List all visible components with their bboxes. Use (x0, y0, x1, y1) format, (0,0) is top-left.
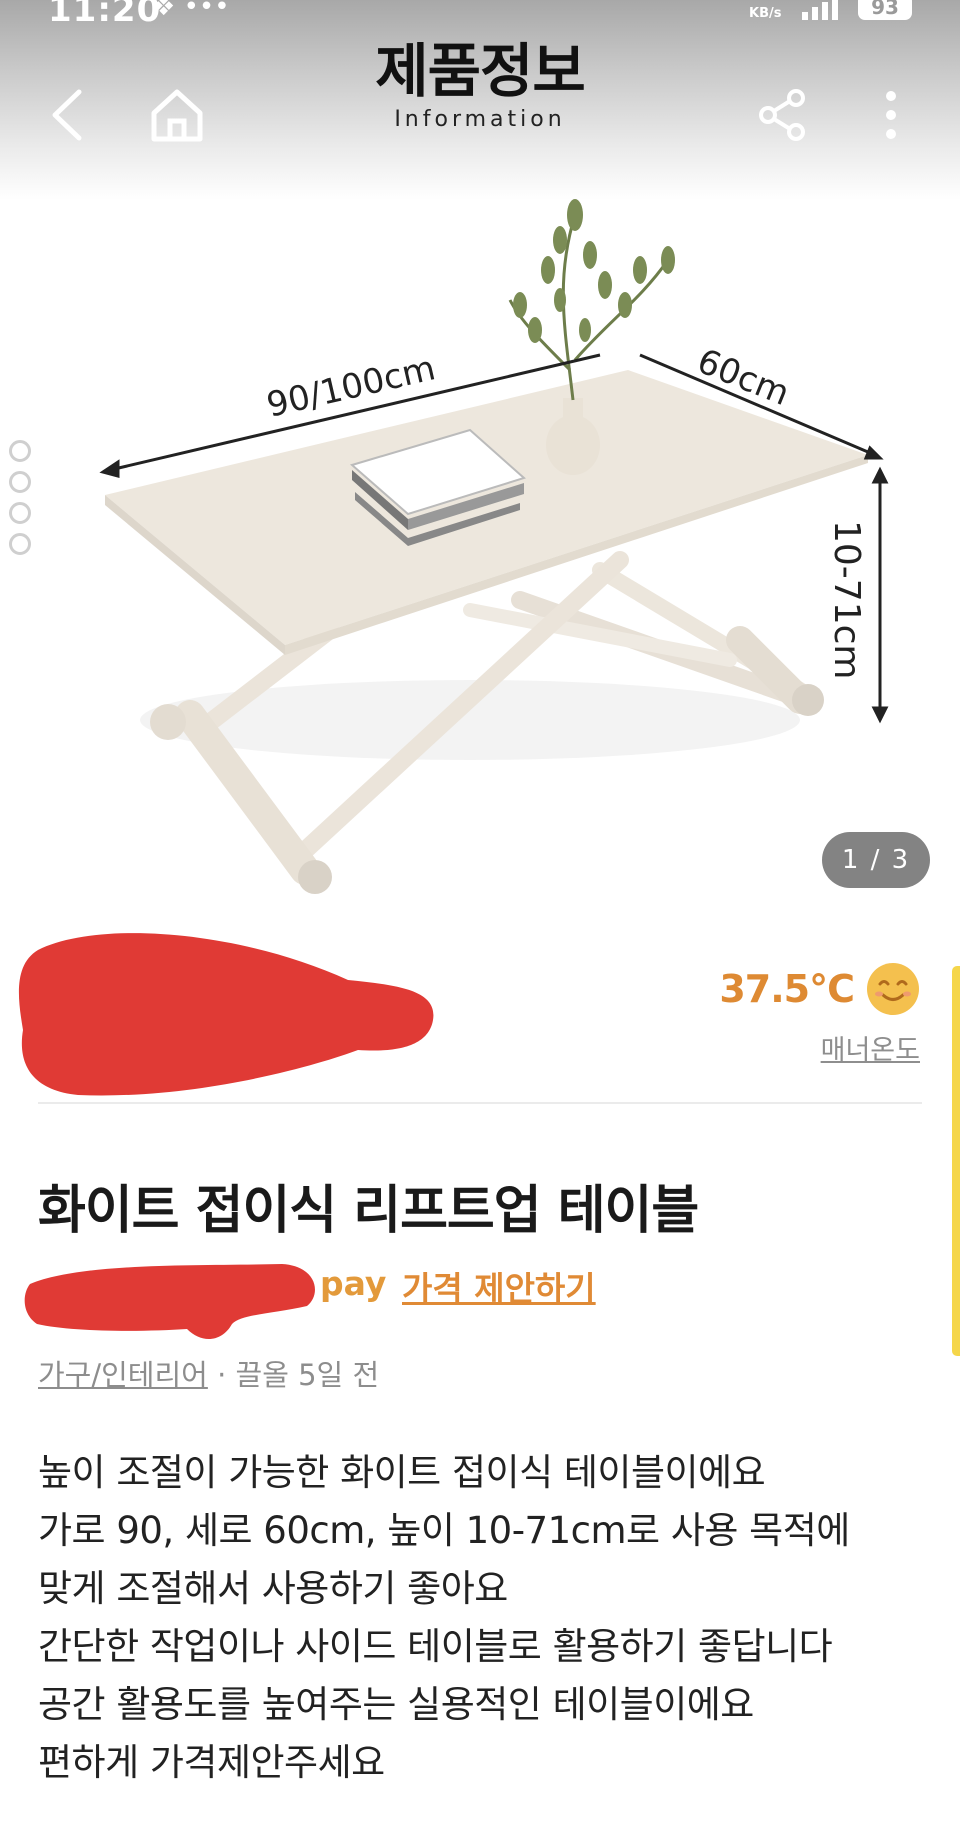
price-redaction (24, 1264, 315, 1340)
back-icon (52, 89, 82, 141)
product-title: 화이트 접이식 리프트업 테이블 (38, 1181, 699, 1241)
manner-temperature[interactable]: 37.5°C 매너온도 (719, 962, 920, 1067)
share-button[interactable] (750, 82, 816, 148)
edge-panel-tab[interactable] (952, 966, 960, 1356)
brand-title: 제품정보 (375, 37, 585, 105)
manner-temperature-value: 37.5°C (719, 967, 855, 1011)
image-counter: 1 / 3 (822, 832, 930, 888)
status-time: 11:20 (48, 0, 162, 30)
home-button[interactable] (144, 82, 210, 148)
description-line: 간단한 작업이나 사이드 테이블로 활용하기 좋답니다 (38, 1625, 833, 1668)
signal-icon (802, 0, 838, 20)
brand-subtitle: Information (394, 107, 566, 132)
description-line: 높이 조절이 가능한 화이트 접이식 테이블이에요 (38, 1451, 766, 1494)
dimension-height-label: 10-71cm (826, 520, 867, 679)
page-dot (9, 533, 31, 555)
more-options-button[interactable] (858, 82, 924, 148)
price-offer-link[interactable]: 가격 제안하기 (402, 1262, 596, 1310)
description-line: 가로 90, 세로 60cm, 높이 10-71cm로 사용 목적에 (38, 1509, 850, 1552)
pay-label: pay (320, 1264, 387, 1303)
manner-temperature-label[interactable]: 매너온도 (821, 1028, 920, 1067)
brand-logo: 제품정보 Information (330, 36, 630, 134)
page-dot (9, 502, 31, 524)
battery-indicator: 93 (858, 0, 912, 20)
network-speed: KB/s (749, 6, 782, 21)
back-button[interactable] (34, 82, 100, 148)
description-line: 맞게 조절해서 사용하기 좋아요 (38, 1567, 508, 1610)
divider (38, 1102, 922, 1104)
more-icon (886, 91, 896, 139)
price-row: pay 가격 제안하기 (22, 1254, 722, 1340)
product-meta: 가구/인테리어 · 끌올 5일 전 (38, 1352, 379, 1394)
seller-redaction (18, 933, 434, 1096)
status-bar: 11:20 ❖ ••• KB/s 93 (0, 0, 960, 30)
description-line: 편하게 가격제안주세요 (38, 1741, 385, 1784)
page-dot (9, 471, 31, 493)
smiley-icon (867, 963, 919, 1015)
home-icon (151, 89, 203, 142)
page-dot (9, 440, 31, 462)
category-link[interactable]: 가구/인테리어 (38, 1358, 208, 1392)
status-extra-icons: ❖ ••• (152, 0, 230, 22)
image-page-indicator (9, 440, 31, 564)
product-image-carousel[interactable]: 90/100cm 60cm 10-71cm 11:20 ❖ ••• KB/s 9… (0, 0, 960, 920)
product-description: 높이 조절이 가능한 화이트 접이식 테이블이에요 가로 90, 세로 60cm… (38, 1444, 938, 1792)
share-icon (759, 89, 805, 141)
posted-time: · 끌올 5일 전 (217, 1358, 380, 1392)
description-line: 공간 활용도를 높여주는 실용적인 테이블이에요 (38, 1683, 754, 1726)
